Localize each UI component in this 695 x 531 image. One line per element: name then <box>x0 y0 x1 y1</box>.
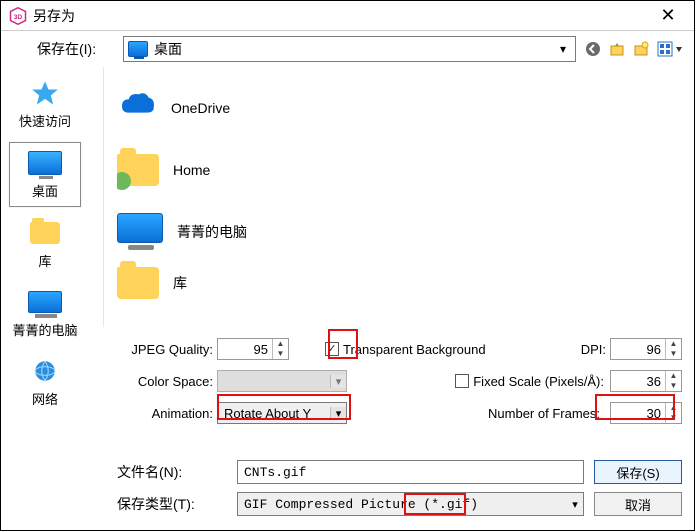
file-name: OneDrive <box>171 100 230 116</box>
computer-icon <box>117 213 163 251</box>
list-item[interactable]: 库 <box>117 263 680 303</box>
spinner-up-icon[interactable]: ▲ <box>666 371 681 381</box>
save-in-combo[interactable]: 桌面 ▾ <box>123 36 576 62</box>
spinner-up-icon[interactable]: ▲ <box>666 403 681 413</box>
transparent-label: Transparent Background <box>339 342 486 357</box>
cancel-button[interactable]: 取消 <box>594 492 682 516</box>
title-bar: 3D 另存为 ✕ <box>1 1 694 31</box>
fixed-scale-checkbox[interactable] <box>455 374 469 388</box>
fixed-scale-spinner[interactable]: ▲▼ <box>610 370 682 392</box>
dpi-label: DPI: <box>576 342 610 357</box>
sidebar-item-libraries[interactable]: 库 <box>9 213 81 276</box>
sidebar-item-this-pc[interactable]: 菁菁的电脑 <box>9 282 81 345</box>
animation-label: Animation: <box>117 406 217 421</box>
frames-label: Number of Frames: <box>488 406 604 421</box>
colorspace-combo: ▾ <box>217 370 347 392</box>
star-icon <box>9 77 81 109</box>
transparent-checkbox[interactable]: ✓ <box>325 342 339 356</box>
onedrive-icon <box>117 86 157 131</box>
views-icon[interactable] <box>656 40 684 58</box>
spinner-down-icon[interactable]: ▼ <box>666 413 681 423</box>
folder-icon <box>9 217 81 249</box>
sidebar-item-label: 菁菁的电脑 <box>12 323 77 338</box>
desktop-icon <box>10 147 80 179</box>
sidebar-item-desktop[interactable]: 桌面 <box>9 142 81 207</box>
sidebar-item-label: 库 <box>38 254 51 269</box>
chevron-down-icon: ▾ <box>330 375 346 388</box>
user-folder-icon <box>117 154 159 186</box>
list-item[interactable]: OneDrive <box>117 77 680 139</box>
computer-icon <box>9 286 81 318</box>
chevron-down-icon: ▾ <box>330 407 346 420</box>
spinner-down-icon[interactable]: ▼ <box>666 381 681 391</box>
network-icon <box>9 355 81 387</box>
filetype-combo[interactable]: GIF Compressed Picture (*.gif) ▾ <box>237 492 584 516</box>
up-one-level-icon[interactable] <box>608 40 626 58</box>
jpeg-quality-spinner[interactable]: ▲▼ <box>217 338 289 360</box>
sidebar-item-quick-access[interactable]: 快速访问 <box>9 73 81 136</box>
colorspace-label: Color Space: <box>117 374 217 389</box>
fixed-scale-label: Fixed Scale (Pixels/Å): <box>469 374 604 389</box>
window-title: 另存为 <box>33 6 650 26</box>
jpeg-quality-input[interactable] <box>218 339 272 359</box>
save-in-label: 保存在(I): <box>37 39 123 59</box>
frames-input[interactable] <box>611 403 665 423</box>
places-sidebar: 快速访问 桌面 库 菁菁的电脑 网络 <box>1 67 89 491</box>
app-icon: 3D <box>9 7 27 25</box>
sidebar-item-label: 桌面 <box>32 184 58 199</box>
dpi-spinner[interactable]: ▲▼ <box>610 338 682 360</box>
fixed-scale-input[interactable] <box>611 371 665 391</box>
sidebar-item-label: 网络 <box>32 392 58 407</box>
animation-combo[interactable]: Rotate About Y ▾ <box>217 402 347 424</box>
back-icon[interactable] <box>584 40 602 58</box>
new-folder-icon[interactable] <box>632 40 650 58</box>
folder-icon <box>117 267 159 299</box>
spinner-down-icon[interactable]: ▼ <box>273 349 288 359</box>
desktop-icon <box>128 41 148 57</box>
save-button[interactable]: 保存(S) <box>594 460 682 484</box>
spinner-up-icon[interactable]: ▲ <box>273 339 288 349</box>
export-options: JPEG Quality: ▲▼ ✓ Transparent Backgroun… <box>117 333 682 433</box>
save-in-value: 桌面 <box>154 39 555 59</box>
svg-text:3D: 3D <box>14 14 23 21</box>
animation-value: Rotate About Y <box>218 406 330 421</box>
filetype-value: GIF Compressed Picture (*.gif) <box>238 497 567 512</box>
sidebar-item-label: 快速访问 <box>19 114 71 129</box>
sidebar-item-network[interactable]: 网络 <box>9 351 81 414</box>
spinner-up-icon[interactable]: ▲ <box>666 339 681 349</box>
jpeg-quality-label: JPEG Quality: <box>117 342 217 357</box>
close-button[interactable]: ✕ <box>650 2 686 30</box>
frames-spinner[interactable]: ▲▼ <box>610 402 682 424</box>
spinner-down-icon[interactable]: ▼ <box>666 349 681 359</box>
filetype-label: 保存类型(T): <box>117 494 237 514</box>
chevron-down-icon: ▾ <box>555 42 571 56</box>
file-name: 菁菁的电脑 <box>177 222 247 242</box>
list-item[interactable]: 菁菁的电脑 <box>117 201 680 263</box>
file-name: Home <box>173 162 210 178</box>
filename-type-panel: 文件名(N): 保存(S) 保存类型(T): GIF Compressed Pi… <box>117 456 682 520</box>
filename-input[interactable] <box>237 460 584 484</box>
dpi-input[interactable] <box>611 339 665 359</box>
list-item[interactable]: Home <box>117 139 680 201</box>
chevron-down-icon: ▾ <box>567 498 583 511</box>
file-name: 库 <box>173 273 187 293</box>
filename-label: 文件名(N): <box>117 462 237 482</box>
